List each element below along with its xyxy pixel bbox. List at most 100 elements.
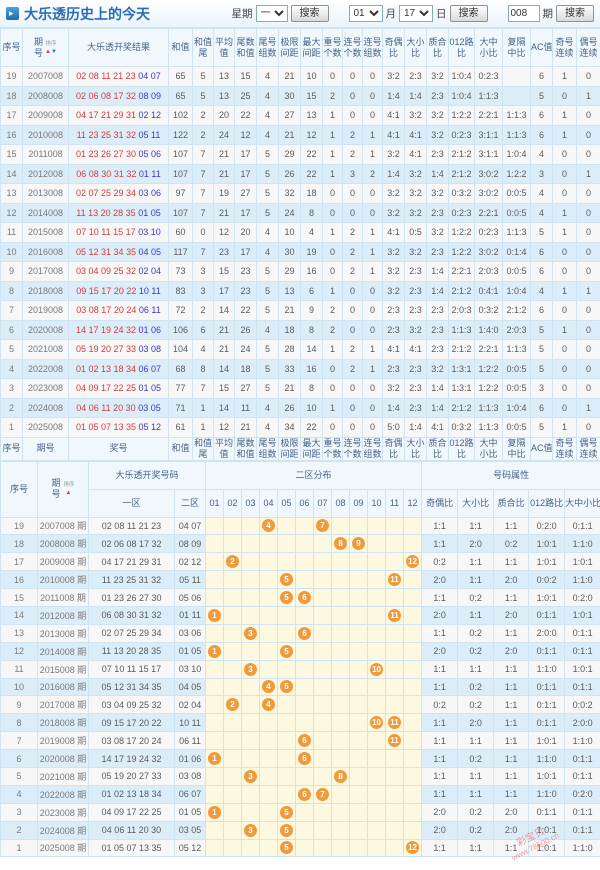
zone1-cell: 02 07 25 29 34 <box>88 623 175 643</box>
attr-cell: 1:1:0 <box>564 731 600 751</box>
result-cell: 03 08 17 20 24 06 11 <box>68 300 169 321</box>
stat-cell: 24 <box>234 339 257 360</box>
attr-cell: 1:1 <box>421 838 459 858</box>
issue-label: 期 <box>542 8 554 20</box>
attr-cell: 1:1:0 <box>564 534 600 554</box>
issue-cell: 2014008 期 <box>37 641 89 661</box>
stat-cell: 23 <box>213 241 235 262</box>
zone1-cell: 03 08 17 20 24 <box>88 731 175 751</box>
issue-input[interactable] <box>507 5 540 22</box>
ball-cell <box>295 838 315 858</box>
ball-cell <box>277 552 297 572</box>
week-select[interactable]: 一 <box>255 5 288 22</box>
week-search-button[interactable]: 搜索 <box>290 5 329 22</box>
sort-descending-icon[interactable]: ▼ <box>51 49 57 55</box>
back-number-ball: 4 <box>262 519 276 533</box>
ball-cell <box>205 623 225 643</box>
history-row: 1 2025008 01 05 07 13 35 05 12 61 1 12 21 4 34 22… <box>0 417 600 438</box>
stat-cell: 83 <box>168 280 193 301</box>
ball-cell <box>223 534 243 554</box>
back-number-ball: 4 <box>262 698 276 712</box>
stat-cell: 28 <box>278 339 301 360</box>
seq-cell: 18 <box>0 534 38 554</box>
month-select[interactable]: 01 <box>348 5 383 22</box>
stat-cell: 0:5 <box>404 222 427 243</box>
stat-cell: 32 <box>278 183 301 204</box>
ball-cell <box>223 588 243 607</box>
ball-cell <box>259 659 279 679</box>
ball-cell <box>259 784 279 804</box>
distribution-row: 8 2018008 期 09 15 17 20 22 10 11 10 11 1:1 2:0 1… <box>0 713 600 733</box>
attr-cell: 0:2 <box>493 534 530 554</box>
zone2-cell: 02 12 <box>173 552 207 572</box>
stat-cell: 2:3 <box>426 339 449 360</box>
t1-col-header: 连号 组数 <box>362 28 383 67</box>
t1-col-header[interactable]: 期号排序 ▲▼ <box>22 28 69 67</box>
stat-cell: 2:3 <box>404 300 427 321</box>
day-select[interactable]: 17 <box>399 5 433 22</box>
attr-cell: 1:0:1 <box>564 552 600 572</box>
zone1-header: 一区 <box>88 488 175 518</box>
ball-cell <box>403 623 423 643</box>
stat-cell: 2 <box>192 300 214 321</box>
ball-cell <box>241 588 261 607</box>
t2-issue-header[interactable]: 期号排序 ▲ <box>37 460 89 518</box>
stat-cell: 2:3 <box>426 319 449 340</box>
stat-cell: 1 <box>322 339 343 360</box>
attr-cell: 1:1 <box>493 677 530 697</box>
stat-cell: 1 <box>552 417 577 438</box>
date-search-button[interactable]: 搜索 <box>449 5 488 22</box>
stat-cell: 0 <box>552 300 577 321</box>
seq-cell: 18 <box>0 85 23 106</box>
stat-cell: 10 <box>278 222 301 243</box>
stat-cell: 9 <box>300 300 323 321</box>
attr-cell: 0:2:0 <box>564 588 600 607</box>
attr-cell: 0:2 <box>421 695 459 715</box>
attr-cell: 0:0:2 <box>528 570 566 590</box>
attr-cell: 1:1 <box>457 784 495 804</box>
stat-cell: 0 <box>362 66 383 87</box>
stat-cell: 0 <box>552 358 577 379</box>
distribution-row: 2 2024008 期 04 06 11 20 30 03 05 3 5 2:0 0:2 2:0… <box>0 820 600 840</box>
ball-cell <box>223 570 243 590</box>
ball-cell <box>295 534 315 554</box>
stat-cell: 30 <box>278 85 301 106</box>
ball-cell: 11 <box>385 605 405 625</box>
result-cell: 04 06 11 20 30 03 05 <box>68 397 169 418</box>
stat-cell: 0 <box>322 417 343 438</box>
stat-cell: 0 <box>342 85 363 106</box>
attr-col-header: 012路比 <box>528 488 566 518</box>
zone1-cell: 05 12 31 34 35 <box>88 677 175 697</box>
stat-cell: 0 <box>362 397 383 418</box>
sort-ascending-icon[interactable]: ▲ <box>66 490 72 496</box>
ball-cell <box>385 552 405 572</box>
stat-cell: 3:2 <box>404 105 427 126</box>
stat-cell: 77 <box>168 378 193 399</box>
back-number-ball: 8 <box>334 537 348 551</box>
attr-cell: 0:1:1 <box>564 766 600 786</box>
zone2-cell: 05 06 <box>173 588 207 607</box>
ball-cell <box>313 820 333 840</box>
lottery-history-page: 大乐透历史上的今天 星期 一 搜索 01 月 17 日 搜索 期 搜索 序号期号… <box>0 0 600 870</box>
zone1-cell: 01 02 13 18 34 <box>88 784 175 804</box>
ball-cell: 5 <box>277 820 297 840</box>
stat-cell: 0 <box>576 222 600 243</box>
issue-search-button[interactable]: 搜索 <box>556 5 594 22</box>
attr-cell: 1:1 <box>457 570 495 590</box>
stat-cell: 2:1:2 <box>448 339 475 360</box>
stat-cell: 0 <box>576 378 600 399</box>
seq-cell: 7 <box>0 300 23 321</box>
stat-cell: 3:2 <box>404 202 427 223</box>
attr-cell: 1:0:1 <box>528 731 566 751</box>
seq-cell: 3 <box>0 802 38 822</box>
stat-cell: 21 <box>213 339 235 360</box>
ball-cell <box>259 534 279 554</box>
attr-col-header: 质合比 <box>493 488 530 518</box>
attr-cell: 2:0 <box>493 605 530 625</box>
day-label: 日 <box>436 8 447 20</box>
sort-control[interactable]: 排序 ▲ <box>63 482 75 496</box>
sort-control[interactable]: 排序 ▲▼ <box>45 41 57 55</box>
stat-cell: 3 <box>342 163 363 184</box>
history-row: 8 2018008 09 15 17 20 22 10 11 83 3 17 23 5 13 6 1… <box>0 280 600 301</box>
result-cell: 02 07 25 29 34 03 06 <box>68 183 169 204</box>
